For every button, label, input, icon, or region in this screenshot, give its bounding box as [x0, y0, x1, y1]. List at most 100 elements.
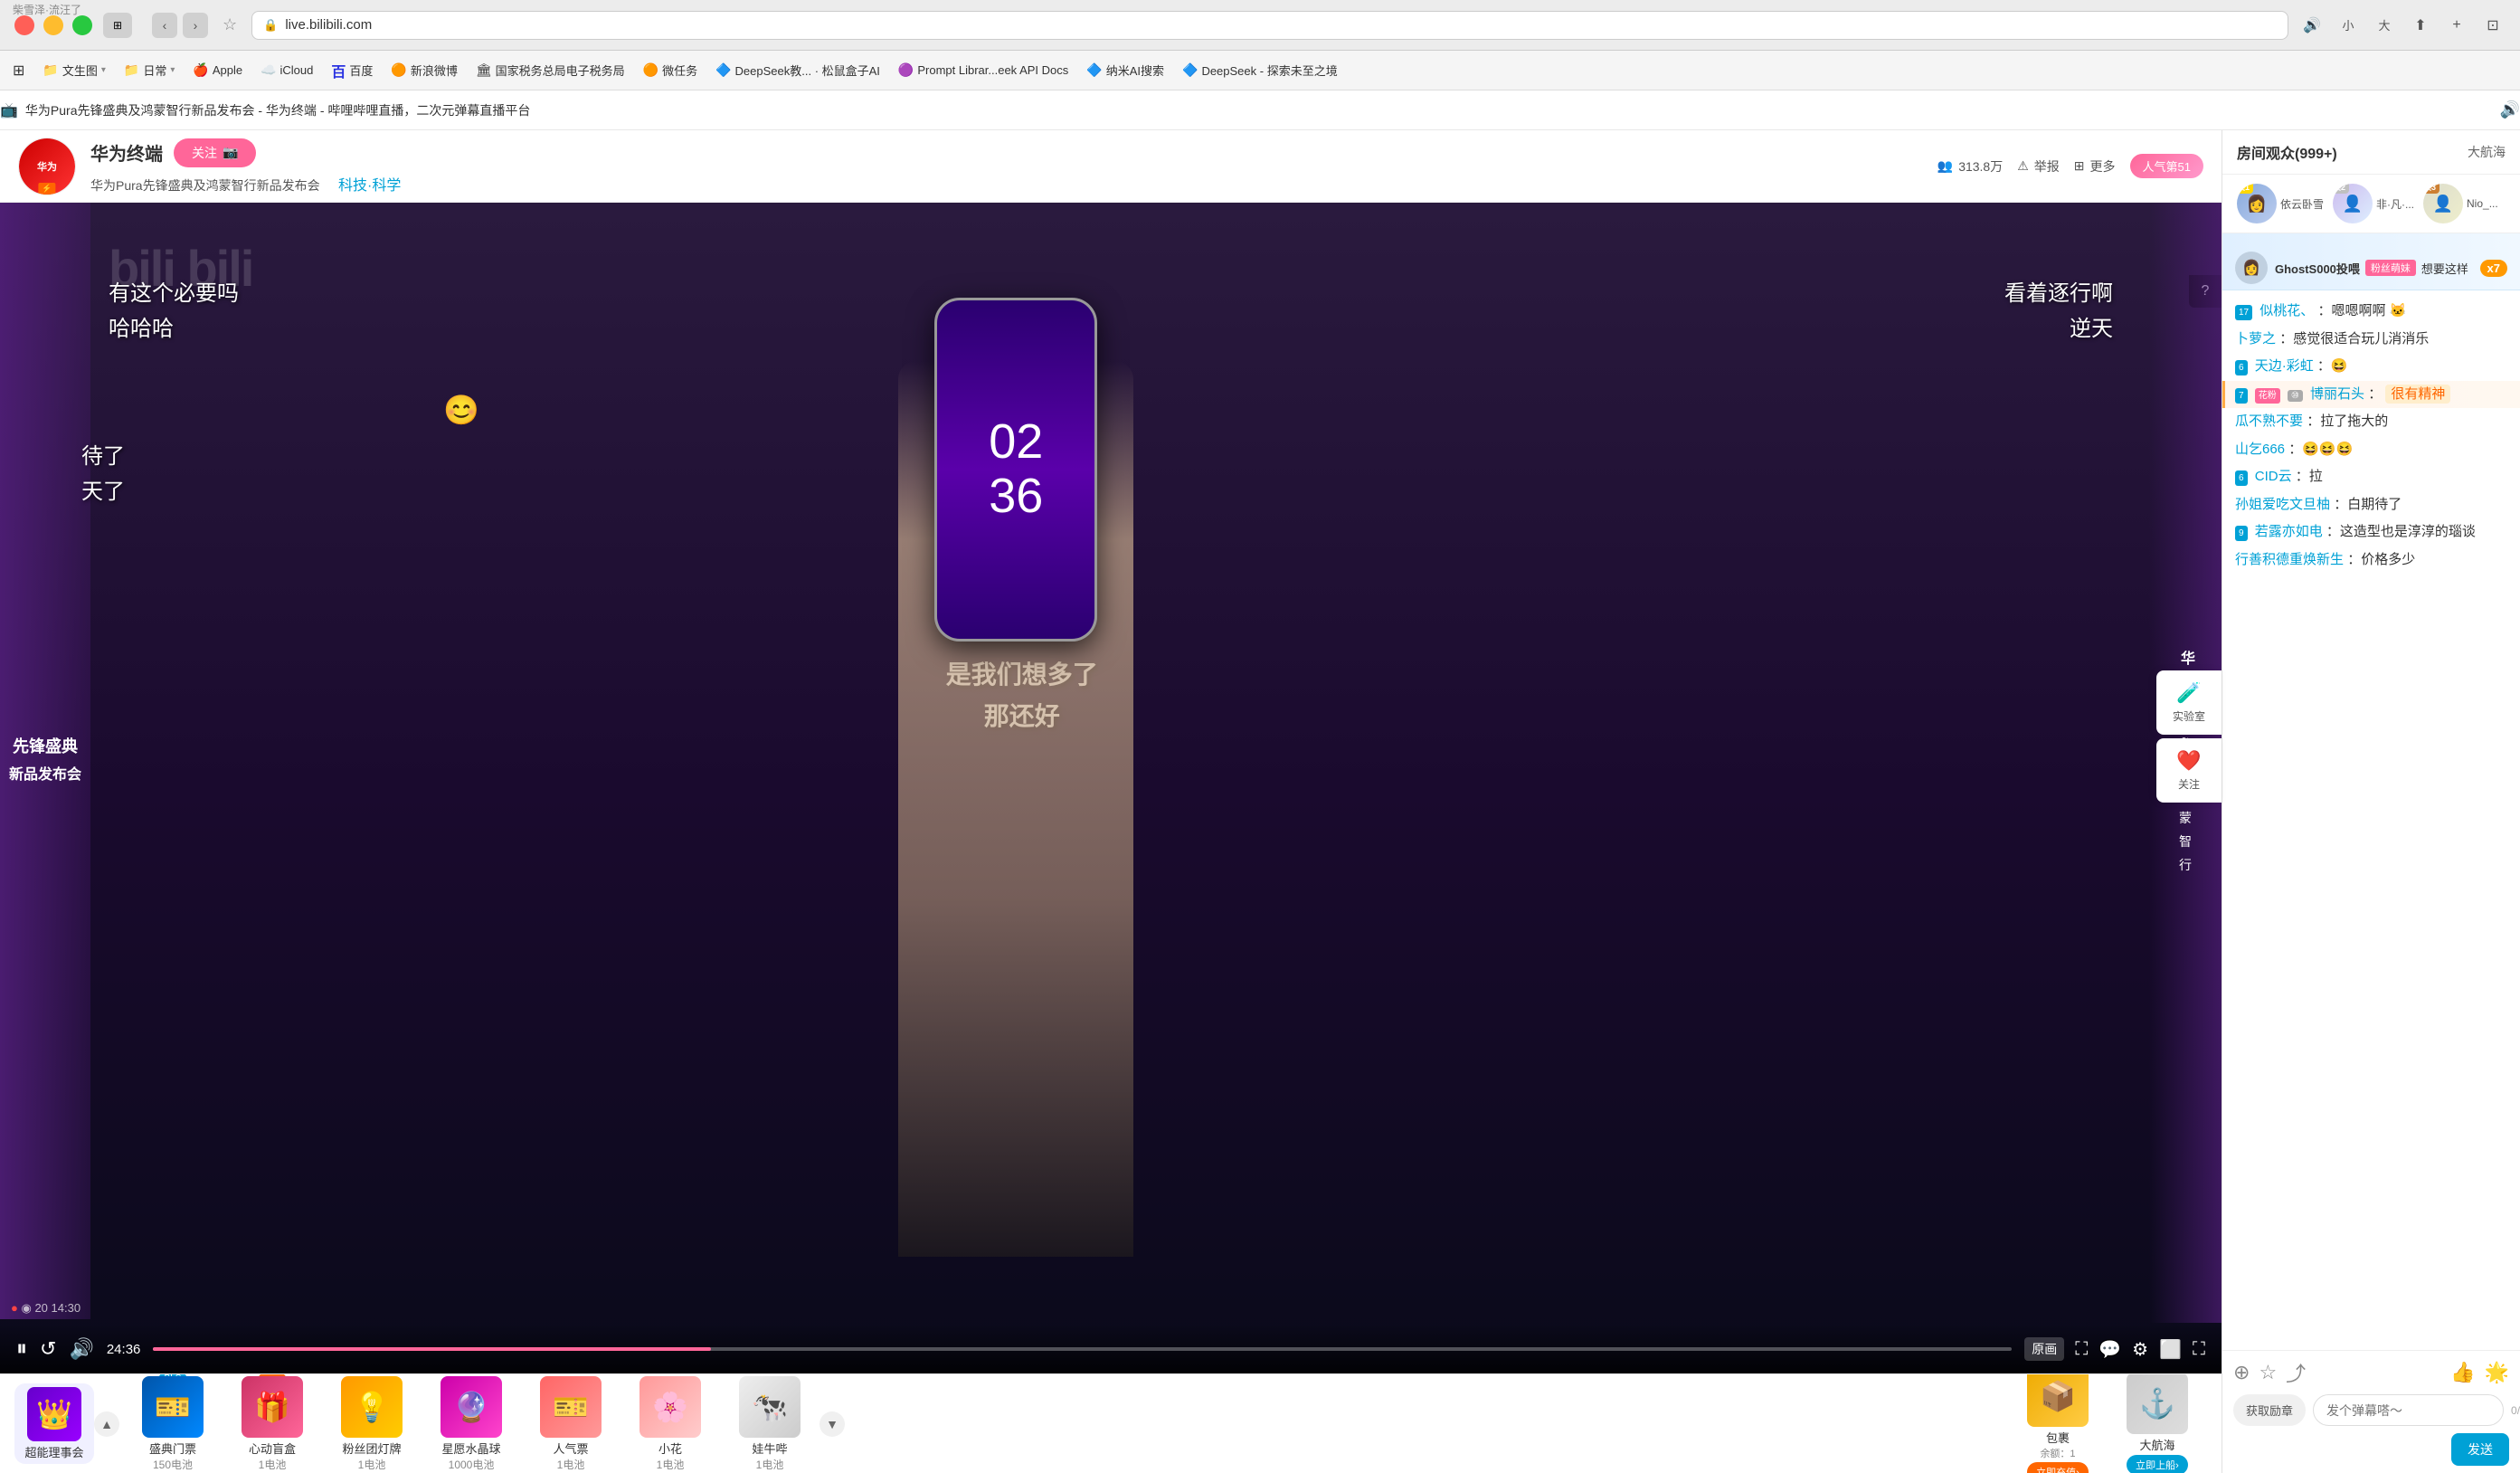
avatar-live-badge: ⚡ — [38, 183, 55, 195]
gift-cost-package: 余额：1 — [2040, 1446, 2075, 1460]
share-stats-btn[interactable]: ⊞ 更多 — [2074, 157, 2116, 176]
gift-item-1[interactable]: BLS 🎫 盛典门票 150电池 — [123, 1373, 223, 1473]
gift-item-5[interactable]: 🎫 人气票 1电池 — [521, 1373, 621, 1473]
gift-name-4: 星愿水晶球 — [441, 1440, 500, 1457]
gift-item-6[interactable]: 🌸 小花 1电池 — [621, 1373, 720, 1473]
danmaku-btn[interactable]: 💬 — [2098, 1338, 2121, 1361]
new-tab-button[interactable]: + — [2444, 13, 2469, 38]
lab-action-btn[interactable]: 🧪 实验室 — [2156, 670, 2222, 735]
pip-button[interactable]: ⛶ — [2075, 1339, 2088, 1360]
host-label: 大航海 — [2468, 143, 2506, 161]
gift-img-7: 🐄 — [739, 1376, 801, 1438]
chat-overlay-mid: 待了 天了 — [81, 438, 125, 505]
bm-daily[interactable]: 📁 日常 ▾ — [124, 62, 175, 79]
gift-item-4[interactable]: 🔮 星愿水晶球 1000电池 — [422, 1373, 521, 1473]
msg-8-level: 9 — [2235, 526, 2248, 541]
chat-icon-star[interactable]: ☆ — [2259, 1361, 2277, 1384]
chat-input-field[interactable] — [2313, 1394, 2504, 1426]
share-icon[interactable]: ⬆ — [2408, 13, 2433, 38]
bm-apple[interactable]: 🍎 Apple — [193, 62, 242, 78]
tabs-overview-button[interactable]: ⊡ — [2480, 13, 2506, 38]
fullscreen-btn[interactable]: ⛶ — [2193, 1339, 2205, 1360]
gift-scroll-up-btn[interactable]: ▲ — [94, 1411, 119, 1437]
bm-weitask[interactable]: 🟠 微任务 — [643, 62, 697, 79]
follow-action-btn[interactable]: ❤️ 关注 — [2156, 738, 2222, 803]
msg-9-text: ：价格多少 — [2347, 552, 2415, 567]
chat-like-icon[interactable]: 👍 — [2450, 1361, 2475, 1384]
close-button[interactable] — [14, 15, 34, 35]
minimize-button[interactable] — [43, 15, 63, 35]
gift-item-2[interactable]: 首抽 🎁 心动盲盒 1电池 — [223, 1373, 322, 1473]
gift-item-boat[interactable]: ⚓ 大航海 立即上船› — [2108, 1373, 2207, 1473]
send-button[interactable]: 发送 — [2451, 1433, 2509, 1466]
volume-button[interactable]: 🔊 — [69, 1337, 93, 1361]
tech-tag[interactable]: 科技·科学 — [338, 178, 401, 194]
live-description: 华为Pura先锋盛典及鸿蒙智行新品发布会 科技·科学 — [90, 173, 1923, 195]
msg-3-highlight: 很有精神 — [2385, 385, 2450, 404]
video-player[interactable]: bili bili 先锋盛典 新品发布会 有这个必要吗 哈哈哈 待了 天了 😊 … — [0, 203, 2222, 1373]
get-courage-button[interactable]: 获取励章 — [2233, 1394, 2306, 1426]
maximize-button[interactable] — [72, 15, 92, 35]
volume-icon[interactable]: 🔊 — [2299, 13, 2325, 38]
chat-message-3: 7 花粉 ⑩ 博丽石头 ： 很有精神 — [2222, 381, 2520, 409]
play-pause-button[interactable]: ⏸ — [16, 1336, 27, 1362]
replay-button[interactable]: ↺ — [40, 1337, 56, 1361]
chat-gift-icon[interactable]: 🌟 — [2485, 1361, 2509, 1384]
chat-icon-1[interactable]: ⊕ — [2233, 1361, 2250, 1384]
msg-6-username: CID云 — [2255, 469, 2292, 484]
chat-message-8: 9 若露亦如电 ：这造型也是淳淳的瑙谈 — [2222, 518, 2520, 546]
charge-button[interactable]: 立即充值› — [2027, 1462, 2089, 1473]
gift-item-7[interactable]: 🐄 娃牛哔 1电池 — [720, 1373, 819, 1473]
url-bar[interactable]: 🔒 live.bilibili.com — [251, 11, 2288, 40]
chat-icon-share[interactable]: ⤴ — [2286, 1358, 2306, 1387]
small-icon[interactable]: 小 — [2335, 13, 2361, 38]
msg-2-level: 6 — [2235, 360, 2248, 375]
video-controls: ⏸ ↺ 🔊 24:36 原画 ⛶ 💬 ⚙ ⬜ ⛶ — [0, 1325, 2222, 1373]
bm-wentu[interactable]: 📁 文生图 ▾ — [43, 62, 105, 79]
large-icon[interactable]: 大 — [2372, 13, 2397, 38]
progress-bar[interactable] — [153, 1347, 2012, 1351]
msg-3-text: ： — [2368, 386, 2382, 402]
viewer-3[interactable]: 👤 梁3 Nio_... — [2423, 184, 2498, 223]
msg-7-text: ：白期待了 — [2334, 497, 2402, 512]
bm-weibo[interactable]: 🟠 新浪微博 — [391, 62, 457, 79]
lock-icon: 🔒 — [263, 18, 278, 33]
gift-cost-4: 1000电池 — [449, 1457, 495, 1472]
gift-list-item-selected[interactable]: 👑 超能理事会 — [14, 1383, 94, 1464]
settings-btn[interactable]: ⚙ — [2132, 1338, 2148, 1361]
viewer-avatar-2: 👤 梁2 — [2333, 184, 2373, 223]
sidebar-toggle-button[interactable]: ⊞ — [103, 13, 132, 38]
gift-name-6: 小花 — [658, 1440, 682, 1457]
bm-nami[interactable]: 🔷 纳米AI搜索 — [1086, 62, 1164, 79]
gift-name-7: 娃牛哔 — [752, 1440, 787, 1457]
viewer-1[interactable]: 👩 梁1 依云卧雪 — [2237, 184, 2324, 223]
back-button[interactable]: ‹ — [152, 13, 177, 38]
star-icon[interactable]: ☆ — [223, 15, 237, 34]
follow-button[interactable]: 关注 📷 — [174, 138, 256, 167]
forward-button[interactable]: › — [183, 13, 208, 38]
rank-badge-2: 梁2 — [2333, 184, 2349, 194]
bm-tax[interactable]: 🏛 国家税务总局电子税务局 — [476, 62, 625, 79]
viewer-2[interactable]: 👤 梁2 非·凡·... — [2333, 184, 2414, 223]
gift-item-package[interactable]: 📦 包裹 余额：1 立即充值› — [2008, 1373, 2108, 1473]
gift-cost-6: 1电池 — [657, 1457, 685, 1472]
report-btn[interactable]: ⚠ 举报 — [2017, 157, 2060, 176]
bm-grid-icon[interactable]: ⊞ — [13, 62, 24, 80]
gift-item-3[interactable]: 💡 粉丝团灯牌 1电池 — [322, 1373, 422, 1473]
msg-6-text: ：拉 — [2296, 469, 2323, 484]
board-button[interactable]: 立即上船› — [2127, 1455, 2188, 1473]
bm-prompt[interactable]: 🟣 Prompt Librar...eek API Docs — [898, 62, 1068, 78]
notice-volume-icon[interactable]: 🔊 — [2500, 100, 2520, 119]
quality-button[interactable]: 原画 — [2024, 1337, 2064, 1361]
gift-scroll-down-btn[interactable]: ▼ — [819, 1411, 845, 1437]
room-header: 房间观众(999+) 大航海 — [2222, 130, 2520, 175]
theater-btn[interactable]: ⬜ — [2159, 1338, 2182, 1361]
chat-text-6: 逆天 — [2004, 310, 2113, 342]
bm-deepseek1[interactable]: 🔷 DeepSeek教... · 松鼠盒子AI — [715, 62, 880, 79]
bm-baidu[interactable]: 百 百度 — [331, 60, 373, 81]
bm-icloud[interactable]: ☁️ iCloud — [261, 62, 313, 78]
streamer-name: 华为终端 — [90, 139, 163, 166]
bm-deepseek2[interactable]: 🔷 DeepSeek - 探索未至之境 — [1182, 62, 1338, 79]
streamer-stats: 👥 313.8万 ⚠ 举报 ⊞ 更多 人气第51 — [1937, 154, 2203, 178]
traffic-lights — [14, 15, 92, 35]
